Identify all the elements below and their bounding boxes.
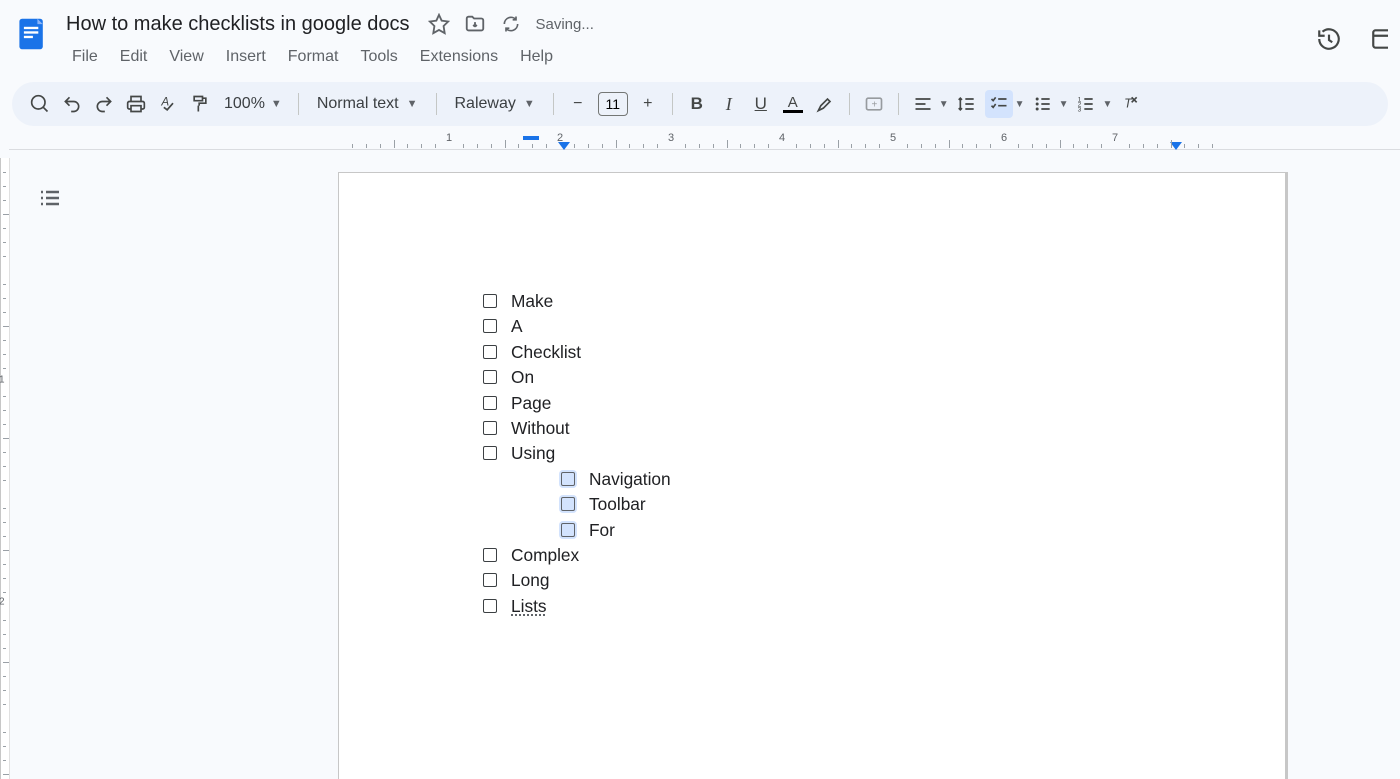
checklist-item[interactable]: UsingNavigationToolbarFor: [483, 441, 671, 543]
checklist-item[interactable]: On: [483, 365, 671, 390]
font-size-increase[interactable]: +: [634, 90, 662, 118]
search-menus-icon[interactable]: [26, 90, 54, 118]
star-icon[interactable]: [428, 13, 450, 35]
checklist-item[interactable]: Page: [483, 391, 671, 416]
toolbar: A 100%▼ Normal text▼ Raleway▼ − + B I U …: [12, 82, 1388, 126]
svg-text:A: A: [160, 96, 169, 109]
ruler-number: 7: [1112, 132, 1118, 144]
checklist-item[interactable]: Complex: [483, 543, 671, 568]
line-spacing-button[interactable]: [953, 90, 981, 118]
paint-format-icon[interactable]: [186, 90, 214, 118]
insert-image-icon[interactable]: +: [860, 90, 888, 118]
checklist-item[interactable]: Navigation: [561, 467, 671, 492]
undo-icon[interactable]: [58, 90, 86, 118]
bulleted-dropdown-icon[interactable]: ▼: [1059, 99, 1069, 110]
menu-format[interactable]: Format: [278, 44, 349, 70]
paragraph-style-select[interactable]: Normal text▼: [309, 95, 426, 113]
checklist-button[interactable]: [985, 90, 1013, 118]
svg-text:3: 3: [1078, 107, 1082, 114]
bulleted-list-button[interactable]: [1029, 90, 1057, 118]
checklist-item[interactable]: A: [483, 314, 671, 339]
sidebar-toggle-icon[interactable]: [1370, 26, 1388, 57]
print-icon[interactable]: [122, 90, 150, 118]
ruler-number: 5: [890, 132, 896, 144]
ruler-number: 4: [779, 132, 785, 144]
menu-insert[interactable]: Insert: [216, 44, 276, 70]
align-button[interactable]: [909, 90, 937, 118]
menu-tools[interactable]: Tools: [350, 44, 407, 70]
ruler-number: 3: [668, 132, 674, 144]
version-history-icon[interactable]: [1316, 26, 1342, 57]
ruler-number: 2: [557, 132, 563, 144]
menu-edit[interactable]: Edit: [110, 44, 158, 70]
sync-icon: [500, 13, 522, 35]
highlight-color-button[interactable]: [811, 90, 839, 118]
align-dropdown-icon[interactable]: ▼: [939, 99, 949, 110]
bold-button[interactable]: B: [683, 90, 711, 118]
font-family-select[interactable]: Raleway▼: [447, 95, 543, 113]
redo-icon[interactable]: [90, 90, 118, 118]
checklist-dropdown-icon[interactable]: ▼: [1015, 99, 1025, 110]
numbered-dropdown-icon[interactable]: ▼: [1102, 99, 1112, 110]
menu-extensions[interactable]: Extensions: [410, 44, 508, 70]
vertical-ruler[interactable]: 12: [0, 158, 10, 779]
document-title[interactable]: How to make checklists in google docs: [62, 11, 414, 38]
svg-text:+: +: [871, 99, 877, 110]
saving-status: Saving...: [536, 16, 594, 33]
spellcheck-icon[interactable]: A: [154, 90, 182, 118]
numbered-list-button[interactable]: 123: [1072, 90, 1100, 118]
underline-button[interactable]: U: [747, 90, 775, 118]
docs-logo-icon[interactable]: [12, 14, 52, 54]
checklist-item[interactable]: Long: [483, 568, 671, 593]
text-color-button[interactable]: A: [779, 90, 807, 118]
checklist-item[interactable]: Make: [483, 289, 671, 314]
clear-formatting-button[interactable]: T: [1116, 90, 1144, 118]
checklist-item[interactable]: Checklist: [483, 340, 671, 365]
document-content[interactable]: MakeAChecklistOnPageWithoutUsingNavigati…: [483, 289, 671, 619]
menu-view[interactable]: View: [159, 44, 213, 70]
document-page[interactable]: MakeAChecklistOnPageWithoutUsingNavigati…: [338, 172, 1288, 779]
horizontal-ruler[interactable]: 1 2 3 4 5 6 7: [0, 132, 1400, 156]
checklist-item[interactable]: Toolbar: [561, 492, 671, 517]
checklist-item[interactable]: For: [561, 518, 671, 543]
font-size-input[interactable]: [598, 92, 628, 116]
font-size-decrease[interactable]: −: [564, 90, 592, 118]
checklist-item[interactable]: Without: [483, 416, 671, 441]
menu-file[interactable]: File: [62, 44, 108, 70]
checklist-item[interactable]: Lists: [483, 594, 671, 619]
ruler-number: 1: [446, 132, 452, 144]
italic-button[interactable]: I: [715, 90, 743, 118]
move-to-folder-icon[interactable]: [464, 13, 486, 35]
zoom-select[interactable]: 100%▼: [218, 95, 288, 113]
ruler-number: 6: [1001, 132, 1007, 144]
menu-help[interactable]: Help: [510, 44, 563, 70]
document-outline-icon[interactable]: [38, 186, 62, 215]
